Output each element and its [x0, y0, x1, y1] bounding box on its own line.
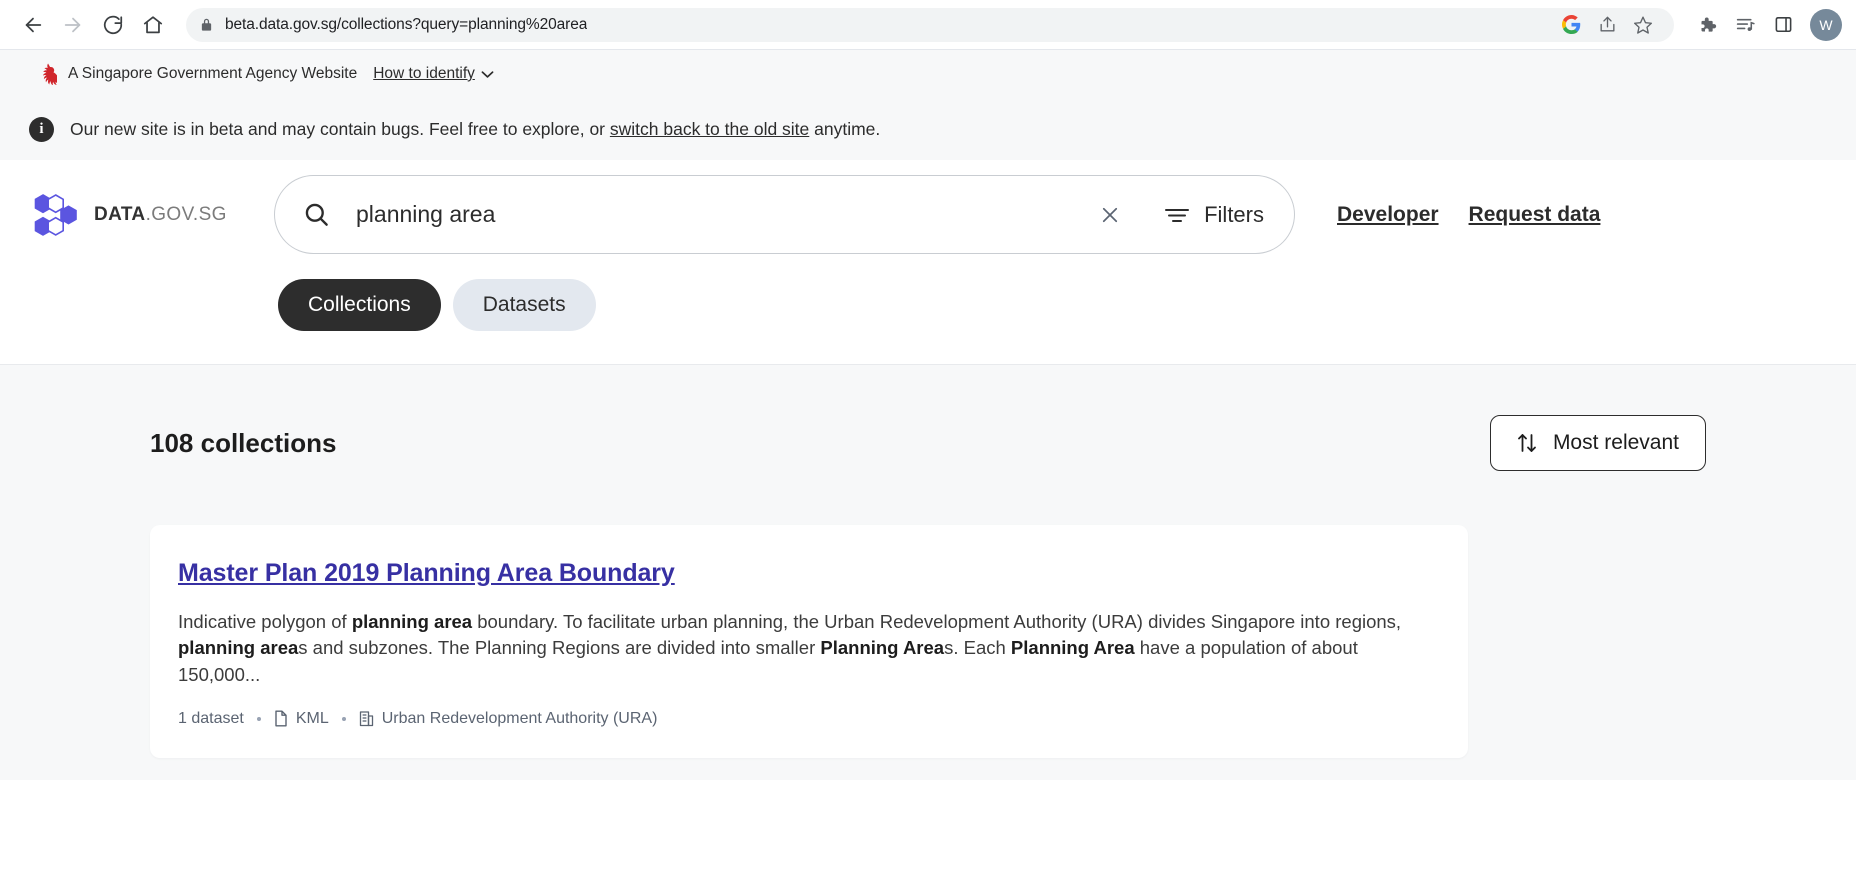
search-scope-tabs: Collections Datasets	[278, 279, 1856, 331]
header-row: DATA.GOV.SG planning area Filters Develo…	[0, 160, 1856, 254]
filter-lines-icon	[1164, 205, 1190, 225]
google-icon[interactable]	[1554, 8, 1588, 42]
collection-result-card[interactable]: Master Plan 2019 Planning Area Boundary …	[150, 525, 1468, 758]
search-input[interactable]: planning area	[356, 201, 1092, 228]
desc-seg-1: Indicative polygon of	[178, 611, 352, 632]
info-icon: i	[29, 116, 54, 142]
reload-button[interactable]	[94, 6, 132, 44]
back-button[interactable]	[14, 6, 52, 44]
meta-agency-label: Urban Redevelopment Authority (URA)	[381, 709, 658, 727]
meta-dataset-count: 1 dataset	[178, 709, 244, 727]
how-to-identify-link[interactable]: How to identify	[373, 65, 475, 83]
collection-description: Indicative polygon of planning area boun…	[178, 609, 1440, 688]
lock-icon	[200, 17, 213, 32]
bookmark-star-icon[interactable]	[1626, 8, 1660, 42]
desc-seg-4: s. Each	[944, 637, 1011, 659]
meta-format-label: KML	[295, 709, 329, 727]
desc-highlight-1: planning area	[351, 611, 473, 632]
beta-notice-text: Our new site is in beta and may contain …	[70, 119, 880, 140]
desc-highlight-4: Planning Area	[1010, 637, 1135, 659]
profile-avatar[interactable]: W	[1810, 8, 1842, 41]
side-panel-icon[interactable]	[1766, 8, 1800, 42]
switch-back-link[interactable]: switch back to the old site	[610, 119, 809, 139]
logo-text-light: .GOV.SG	[145, 203, 227, 225]
sort-label: Most relevant	[1552, 431, 1679, 454]
header-nav-links: Developer Request data	[1337, 203, 1600, 227]
building-icon	[359, 710, 374, 727]
filters-button[interactable]: Filters	[1160, 196, 1268, 234]
meta-separator-dot	[256, 716, 261, 721]
desc-highlight-3: Planning Area	[820, 637, 945, 659]
address-bar-url: beta.data.gov.sg/collections?query=plann…	[225, 15, 588, 33]
singapore-lion-head-icon	[38, 63, 57, 85]
sort-arrows-icon	[1517, 432, 1537, 454]
beta-text-suffix: anytime.	[809, 118, 881, 139]
desc-highlight-2: planning area	[178, 637, 299, 659]
forward-button[interactable]	[54, 6, 92, 44]
search-icon	[303, 201, 330, 228]
share-icon[interactable]	[1590, 8, 1624, 42]
browser-extension-toolbar: W	[1684, 8, 1842, 42]
reload-icon	[103, 15, 123, 34]
sort-button[interactable]: Most relevant	[1489, 415, 1706, 471]
meta-separator-dot-2	[341, 716, 346, 721]
datagovsg-hexagon-logo	[32, 193, 80, 237]
government-banner: A Singapore Government Agency Website Ho…	[0, 49, 1856, 98]
home-button[interactable]	[134, 6, 172, 44]
collection-title-link[interactable]: Master Plan 2019 Planning Area Boundary	[178, 559, 675, 587]
back-arrow-icon	[25, 17, 42, 32]
government-banner-text: A Singapore Government Agency Website	[68, 65, 358, 82]
puzzle-piece-icon[interactable]	[1690, 8, 1724, 42]
meta-agency: Urban Redevelopment Authority (URA)	[359, 709, 658, 728]
nav-link-request-data[interactable]: Request data	[1469, 203, 1601, 227]
desc-seg-3: s and subzones. The Planning Regions are…	[298, 637, 821, 659]
beta-text-prefix: Our new site is in beta and may contain …	[70, 118, 610, 139]
forward-arrow-icon	[64, 17, 81, 32]
file-icon	[274, 710, 288, 727]
address-bar[interactable]: beta.data.gov.sg/collections?query=plann…	[186, 7, 1674, 42]
desc-seg-2: boundary. To facilitate urban planning, …	[472, 611, 1402, 632]
meta-format: KML	[274, 710, 329, 728]
browser-toolbar: beta.data.gov.sg/collections?query=plann…	[0, 0, 1856, 49]
results-header: 108 collections Most relevant	[150, 365, 1706, 471]
collection-metadata: 1 dataset KML Urban Redevelopment Author…	[178, 710, 1440, 728]
site-logo-text: DATA.GOV.SG	[94, 204, 227, 226]
site-logo[interactable]: DATA.GOV.SG	[32, 193, 274, 237]
results-count: 108 collections	[150, 427, 337, 458]
logo-text-bold: DATA	[94, 203, 146, 225]
site-header: DATA.GOV.SG planning area Filters Develo…	[0, 160, 1856, 365]
results-section: 108 collections Most relevant Master Pla…	[0, 365, 1856, 780]
tab-datasets[interactable]: Datasets	[452, 279, 596, 331]
nav-link-developer[interactable]: Developer	[1337, 203, 1439, 227]
beta-notice-banner: i Our new site is in beta and may contai…	[0, 98, 1856, 160]
tab-collections[interactable]: Collections	[278, 279, 441, 331]
filters-label: Filters	[1204, 201, 1264, 227]
close-icon[interactable]	[1092, 197, 1128, 233]
home-icon	[143, 15, 163, 33]
chevron-down-icon[interactable]	[481, 70, 494, 79]
media-playlist-icon[interactable]	[1728, 8, 1762, 42]
search-bar[interactable]: planning area Filters	[274, 175, 1295, 254]
